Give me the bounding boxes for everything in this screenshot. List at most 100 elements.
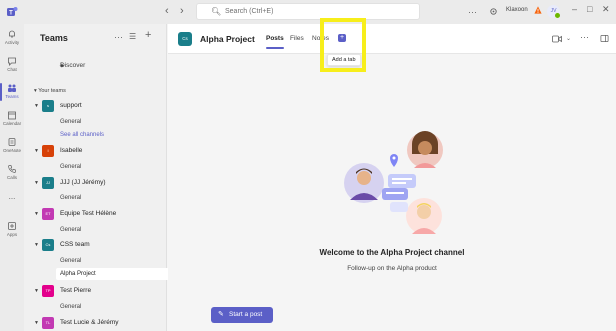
add-team-button[interactable]: + [145, 29, 151, 41]
channel-alpha-project[interactable]: Alpha Project [60, 271, 96, 277]
channel-avatar: Cs [178, 32, 192, 46]
more-icon: ... [8, 192, 16, 201]
team-name: CSS team [60, 241, 90, 248]
rail-item-more[interactable]: ... [0, 192, 24, 201]
teams-logo-icon: T [7, 7, 18, 17]
rail-item-activity[interactable]: Activity [0, 29, 24, 45]
channel-general[interactable]: General [60, 304, 81, 310]
forward-button[interactable]: › [180, 5, 184, 17]
team-equipe-test-helene[interactable]: ▼ ET Equipe Test Hélène [34, 208, 174, 222]
team-avatar: JJ [42, 177, 54, 189]
back-button[interactable]: ‹ [165, 5, 169, 17]
channel-header: Cs Alpha Project Posts Files Notes + ⌄ ·… [168, 24, 616, 54]
team-test-lucie-jeremy[interactable]: ▼ TL Test Lucie & Jérémy [34, 317, 174, 331]
rail-item-onenote[interactable]: OneNote [0, 137, 24, 153]
team-name: Isabelle [60, 147, 83, 154]
team-avatar: Cs [42, 239, 54, 251]
team-avatar: s [42, 100, 54, 112]
start-post-button[interactable]: ✎ Start a post [211, 307, 273, 323]
rail-label: Chat [7, 67, 17, 72]
rail-item-apps[interactable]: Apps [0, 221, 24, 237]
section-your-teams[interactable]: ▾ Your teams [34, 88, 66, 94]
channel-main: Cs Alpha Project Posts Files Notes + ⌄ ·… [168, 18, 616, 331]
team-test-pierre[interactable]: ▼ TP Test Pierre [34, 285, 174, 299]
rail-label: Teams [5, 94, 19, 99]
minimize-button[interactable]: – [572, 4, 577, 14]
discover-icon: ✦ [59, 63, 65, 70]
caret-down-icon: ▼ [34, 288, 39, 294]
start-post-label: Start a post [229, 311, 263, 318]
onenote-icon [8, 138, 16, 146]
tab-posts[interactable]: Posts [266, 35, 284, 49]
rail-item-chat[interactable]: Chat [0, 56, 24, 72]
team-avatar: ET [42, 208, 54, 220]
calendar-icon [8, 111, 16, 120]
pane-more-button[interactable]: ··· [114, 32, 123, 42]
discover-button[interactable]: ✦ Discover [44, 62, 85, 70]
welcome-illustration [344, 131, 443, 234]
user-avatar[interactable]: JV [547, 5, 561, 19]
team-isabelle[interactable]: ▼ I Isabelle [34, 145, 174, 159]
caret-down-icon: ▼ [34, 211, 39, 217]
maximize-button[interactable]: □ [587, 4, 592, 14]
video-icon[interactable] [552, 35, 562, 43]
filter-button[interactable]: ☰ [129, 32, 136, 41]
apps-icon [8, 222, 16, 230]
chat-icon [8, 57, 16, 66]
rail-label: Calls [6, 175, 17, 180]
see-all-channels-link[interactable]: See all channels [60, 132, 104, 138]
welcome-title: Welcome to the Alpha Project channel [319, 248, 465, 257]
caret-down-icon: ▼ [34, 242, 39, 248]
caret-down-icon: ▼ [34, 103, 39, 109]
title-bar: T ‹ › 🔍︎ Search (Ctrl+E) ··· Klaxoon JV … [0, 0, 616, 24]
channel-info-icon[interactable] [600, 34, 609, 43]
team-css-team[interactable]: ▼ Cs CSS team [34, 239, 174, 253]
rail-item-calendar[interactable]: Calendar [0, 110, 24, 126]
team-support[interactable]: ▼ s support [34, 100, 174, 114]
compose-icon: ✎ [218, 311, 224, 318]
channel-general[interactable]: General [60, 119, 81, 125]
team-name: Test Lucie & Jérémy [60, 319, 119, 326]
rail-item-teams[interactable]: Teams [0, 83, 24, 101]
channel-general[interactable]: General [60, 195, 81, 201]
team-jjj[interactable]: ▼ JJ JJJ (JJ Jérémy) [34, 177, 174, 191]
chevron-down-icon[interactable]: ⌄ [566, 35, 571, 42]
caret-down-icon: ▼ [34, 148, 39, 154]
team-avatar: TP [42, 285, 54, 297]
search-icon: 🔍︎ [211, 7, 222, 16]
more-options-icon[interactable]: ··· [580, 32, 589, 42]
teams-pane: Teams ··· ☰ + ✦ Discover ▾ Your teams ▼ … [24, 24, 182, 331]
phone-icon [8, 165, 16, 173]
rail-label: Apps [6, 232, 18, 237]
rail-label: Activity [4, 40, 20, 45]
team-name: support [60, 102, 82, 109]
search-placeholder: Search (Ctrl+E) [225, 8, 274, 15]
bell-icon [9, 30, 15, 38]
app-rail: Activity Chat Teams Calendar OneNote Cal… [0, 24, 24, 331]
search-input[interactable]: 🔍︎ Search (Ctrl+E) [196, 3, 420, 20]
channel-general[interactable]: General [60, 227, 81, 233]
pane-title: Teams [40, 33, 68, 43]
warning-icon [534, 6, 542, 14]
rail-label: OneNote [2, 148, 21, 153]
channel-title: Alpha Project [200, 34, 255, 44]
close-window-button[interactable]: ✕ [602, 4, 610, 15]
channel-general[interactable]: General [60, 258, 81, 264]
user-org-name: Klaxoon [506, 7, 528, 13]
team-avatar: TL [42, 317, 54, 329]
team-avatar: I [42, 145, 54, 157]
more-options-button[interactable]: ··· [468, 6, 477, 18]
rail-label: Calendar [2, 121, 22, 126]
team-name: Equipe Test Hélène [60, 210, 117, 217]
welcome-subtitle: Follow-up on the Alpha product [347, 265, 437, 272]
team-name: JJJ (JJ Jérémy) [60, 179, 106, 186]
settings-icon[interactable] [489, 7, 498, 16]
caret-down-icon: ▼ [34, 320, 39, 326]
svg-text:T: T [9, 11, 13, 17]
caret-down-icon: ▼ [34, 180, 39, 186]
channel-general[interactable]: General [60, 164, 81, 170]
rail-item-calls[interactable]: Calls [0, 164, 24, 180]
section-label: Your teams [38, 88, 66, 94]
teams-icon [8, 84, 16, 92]
tab-files[interactable]: Files [290, 35, 304, 42]
